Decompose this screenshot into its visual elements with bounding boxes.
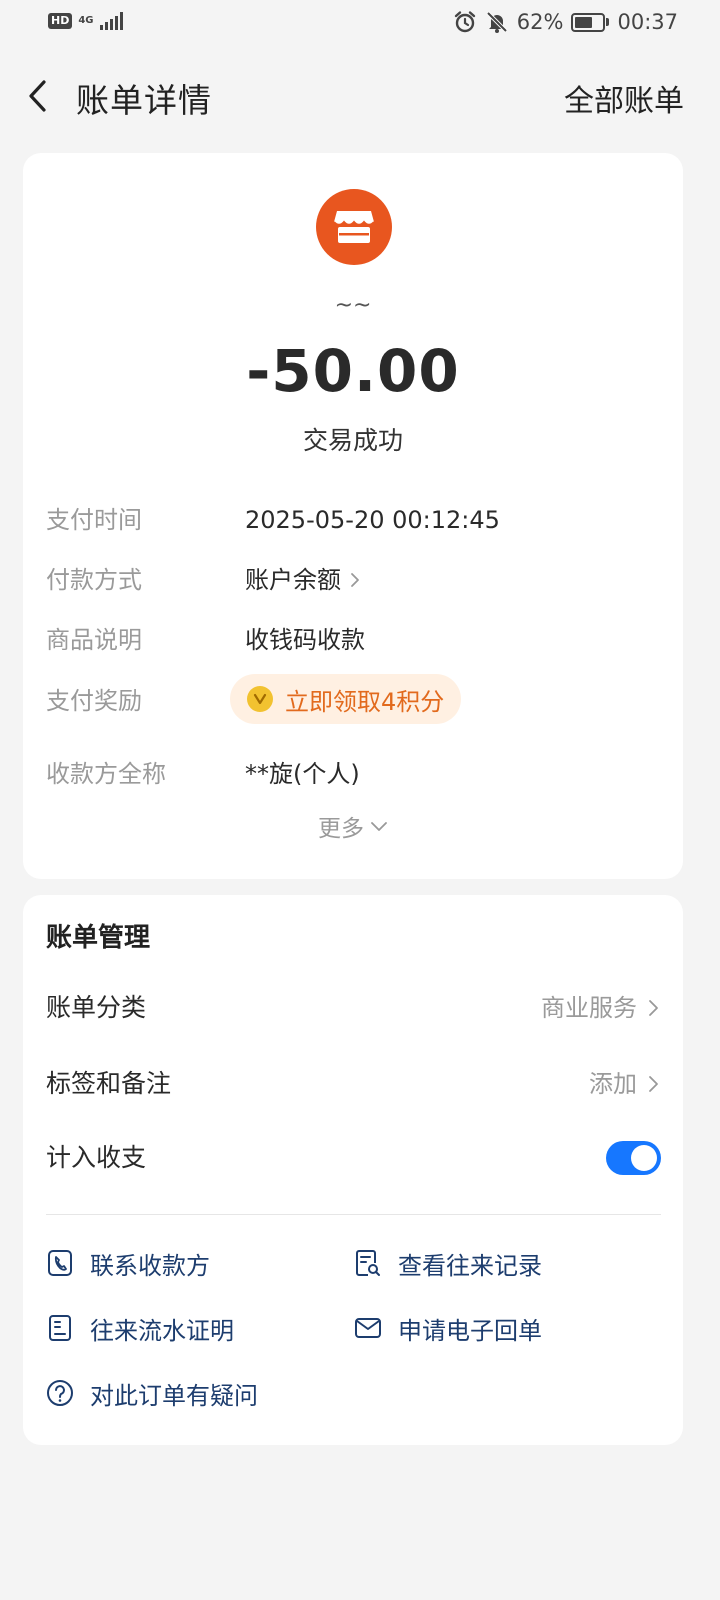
payee-label: 收款方全称 xyxy=(46,760,166,788)
payment-method-value[interactable]: 账户余额 xyxy=(245,560,363,600)
category-label: 账单分类 xyxy=(46,993,147,1022)
question-icon xyxy=(46,1379,74,1407)
pay-time-value: 2025-05-20 00:12:45 xyxy=(245,506,500,534)
tags-notes-text: 添加 xyxy=(589,1070,637,1098)
status-left: HD 4G xyxy=(48,12,123,30)
pay-time-row: 支付时间 2025-05-20 00:12:45 xyxy=(46,500,666,540)
transaction-status: 交易成功 xyxy=(302,426,403,455)
clock: 00:37 xyxy=(617,10,678,34)
search-record-icon xyxy=(354,1249,382,1277)
nav-bar: 账单详情 全部账单 xyxy=(0,60,720,130)
count-in-budget-label: 计入收支 xyxy=(46,1143,147,1172)
claim-points-button[interactable]: 立即领取4积分 xyxy=(230,674,461,724)
flow-proof-label: 往来流水证明 xyxy=(90,1316,234,1345)
mail-icon xyxy=(354,1314,382,1342)
chevron-right-icon xyxy=(649,1000,658,1016)
item-desc-value: 收钱码收款 xyxy=(245,626,365,654)
coin-icon xyxy=(247,686,273,712)
item-desc-label: 商品说明 xyxy=(46,626,142,654)
tags-notes-value[interactable]: 添加 xyxy=(589,1059,661,1109)
category-value[interactable]: 商业服务 xyxy=(541,983,661,1033)
battery-percent: 62% xyxy=(516,10,564,34)
tags-notes-label: 标签和备注 xyxy=(46,1069,172,1098)
contact-payee-label: 联系收款方 xyxy=(90,1251,210,1280)
category-row[interactable]: 账单分类 商业服务 xyxy=(46,983,661,1033)
view-history-button[interactable]: 查看往来记录 xyxy=(354,1243,542,1283)
claim-points-label: 立即领取4积分 xyxy=(285,687,445,716)
document-icon xyxy=(46,1314,74,1342)
toggle-knob xyxy=(631,1145,657,1171)
question-order-label: 对此订单有疑问 xyxy=(90,1381,258,1410)
payment-method-row[interactable]: 付款方式 账户余额 xyxy=(46,560,666,600)
amount: -50.00 xyxy=(246,337,460,405)
divider xyxy=(46,1214,661,1215)
status-bar: HD 4G 62% 00:37 xyxy=(0,0,720,50)
payment-method-text: 账户余额 xyxy=(245,566,341,594)
bill-summary-card: ~~ -50.00 交易成功 支付时间 2025-05-20 00:12:45 … xyxy=(23,153,683,879)
count-in-budget-toggle[interactable] xyxy=(606,1141,661,1175)
page-title: 账单详情 xyxy=(76,81,212,120)
e-receipt-label: 申请电子回单 xyxy=(398,1316,542,1345)
flow-proof-button[interactable]: 往来流水证明 xyxy=(46,1308,234,1348)
e-receipt-button[interactable]: 申请电子回单 xyxy=(354,1308,542,1348)
shop-icon xyxy=(316,189,392,265)
alarm-icon xyxy=(454,11,475,33)
reward-row: 支付奖励 立即领取4积分 xyxy=(46,674,666,724)
phone-icon xyxy=(46,1249,74,1277)
category-text: 商业服务 xyxy=(541,994,637,1022)
bell-off-icon xyxy=(486,11,508,33)
tags-notes-row[interactable]: 标签和备注 添加 xyxy=(46,1059,661,1109)
back-icon[interactable] xyxy=(22,78,58,114)
chevron-right-icon xyxy=(351,573,359,587)
reward-label: 支付奖励 xyxy=(46,687,142,715)
payment-method-label: 付款方式 xyxy=(46,566,142,594)
bill-management-card: 账单管理 账单分类 商业服务 标签和备注 添加 计入收支 联系收款方 查看往来记… xyxy=(23,895,683,1445)
battery-icon xyxy=(571,12,610,32)
contact-payee-button[interactable]: 联系收款方 xyxy=(46,1243,210,1283)
more-button[interactable]: 更多 xyxy=(23,809,683,843)
more-label: 更多 xyxy=(318,816,364,842)
network-type: 4G xyxy=(78,15,94,26)
signal-icon xyxy=(99,12,123,30)
chevron-right-icon xyxy=(649,1076,658,1092)
hd-badge: HD xyxy=(48,13,73,29)
all-bills-link[interactable]: 全部账单 xyxy=(564,76,684,120)
pay-time-label: 支付时间 xyxy=(46,506,142,534)
chevron-down-icon xyxy=(371,822,387,831)
section-title: 账单管理 xyxy=(46,923,151,953)
status-right: 62% 00:37 xyxy=(453,10,678,34)
view-history-label: 查看往来记录 xyxy=(398,1251,542,1280)
merchant-name: ~~ xyxy=(334,293,372,318)
count-in-budget-row: 计入收支 xyxy=(46,1133,661,1183)
payee-value: **旋(个人) xyxy=(245,760,360,788)
question-order-button[interactable]: 对此订单有疑问 xyxy=(46,1373,258,1413)
payee-row: 收款方全称 **旋(个人) xyxy=(46,754,666,794)
item-desc-row: 商品说明 收钱码收款 xyxy=(46,620,666,660)
